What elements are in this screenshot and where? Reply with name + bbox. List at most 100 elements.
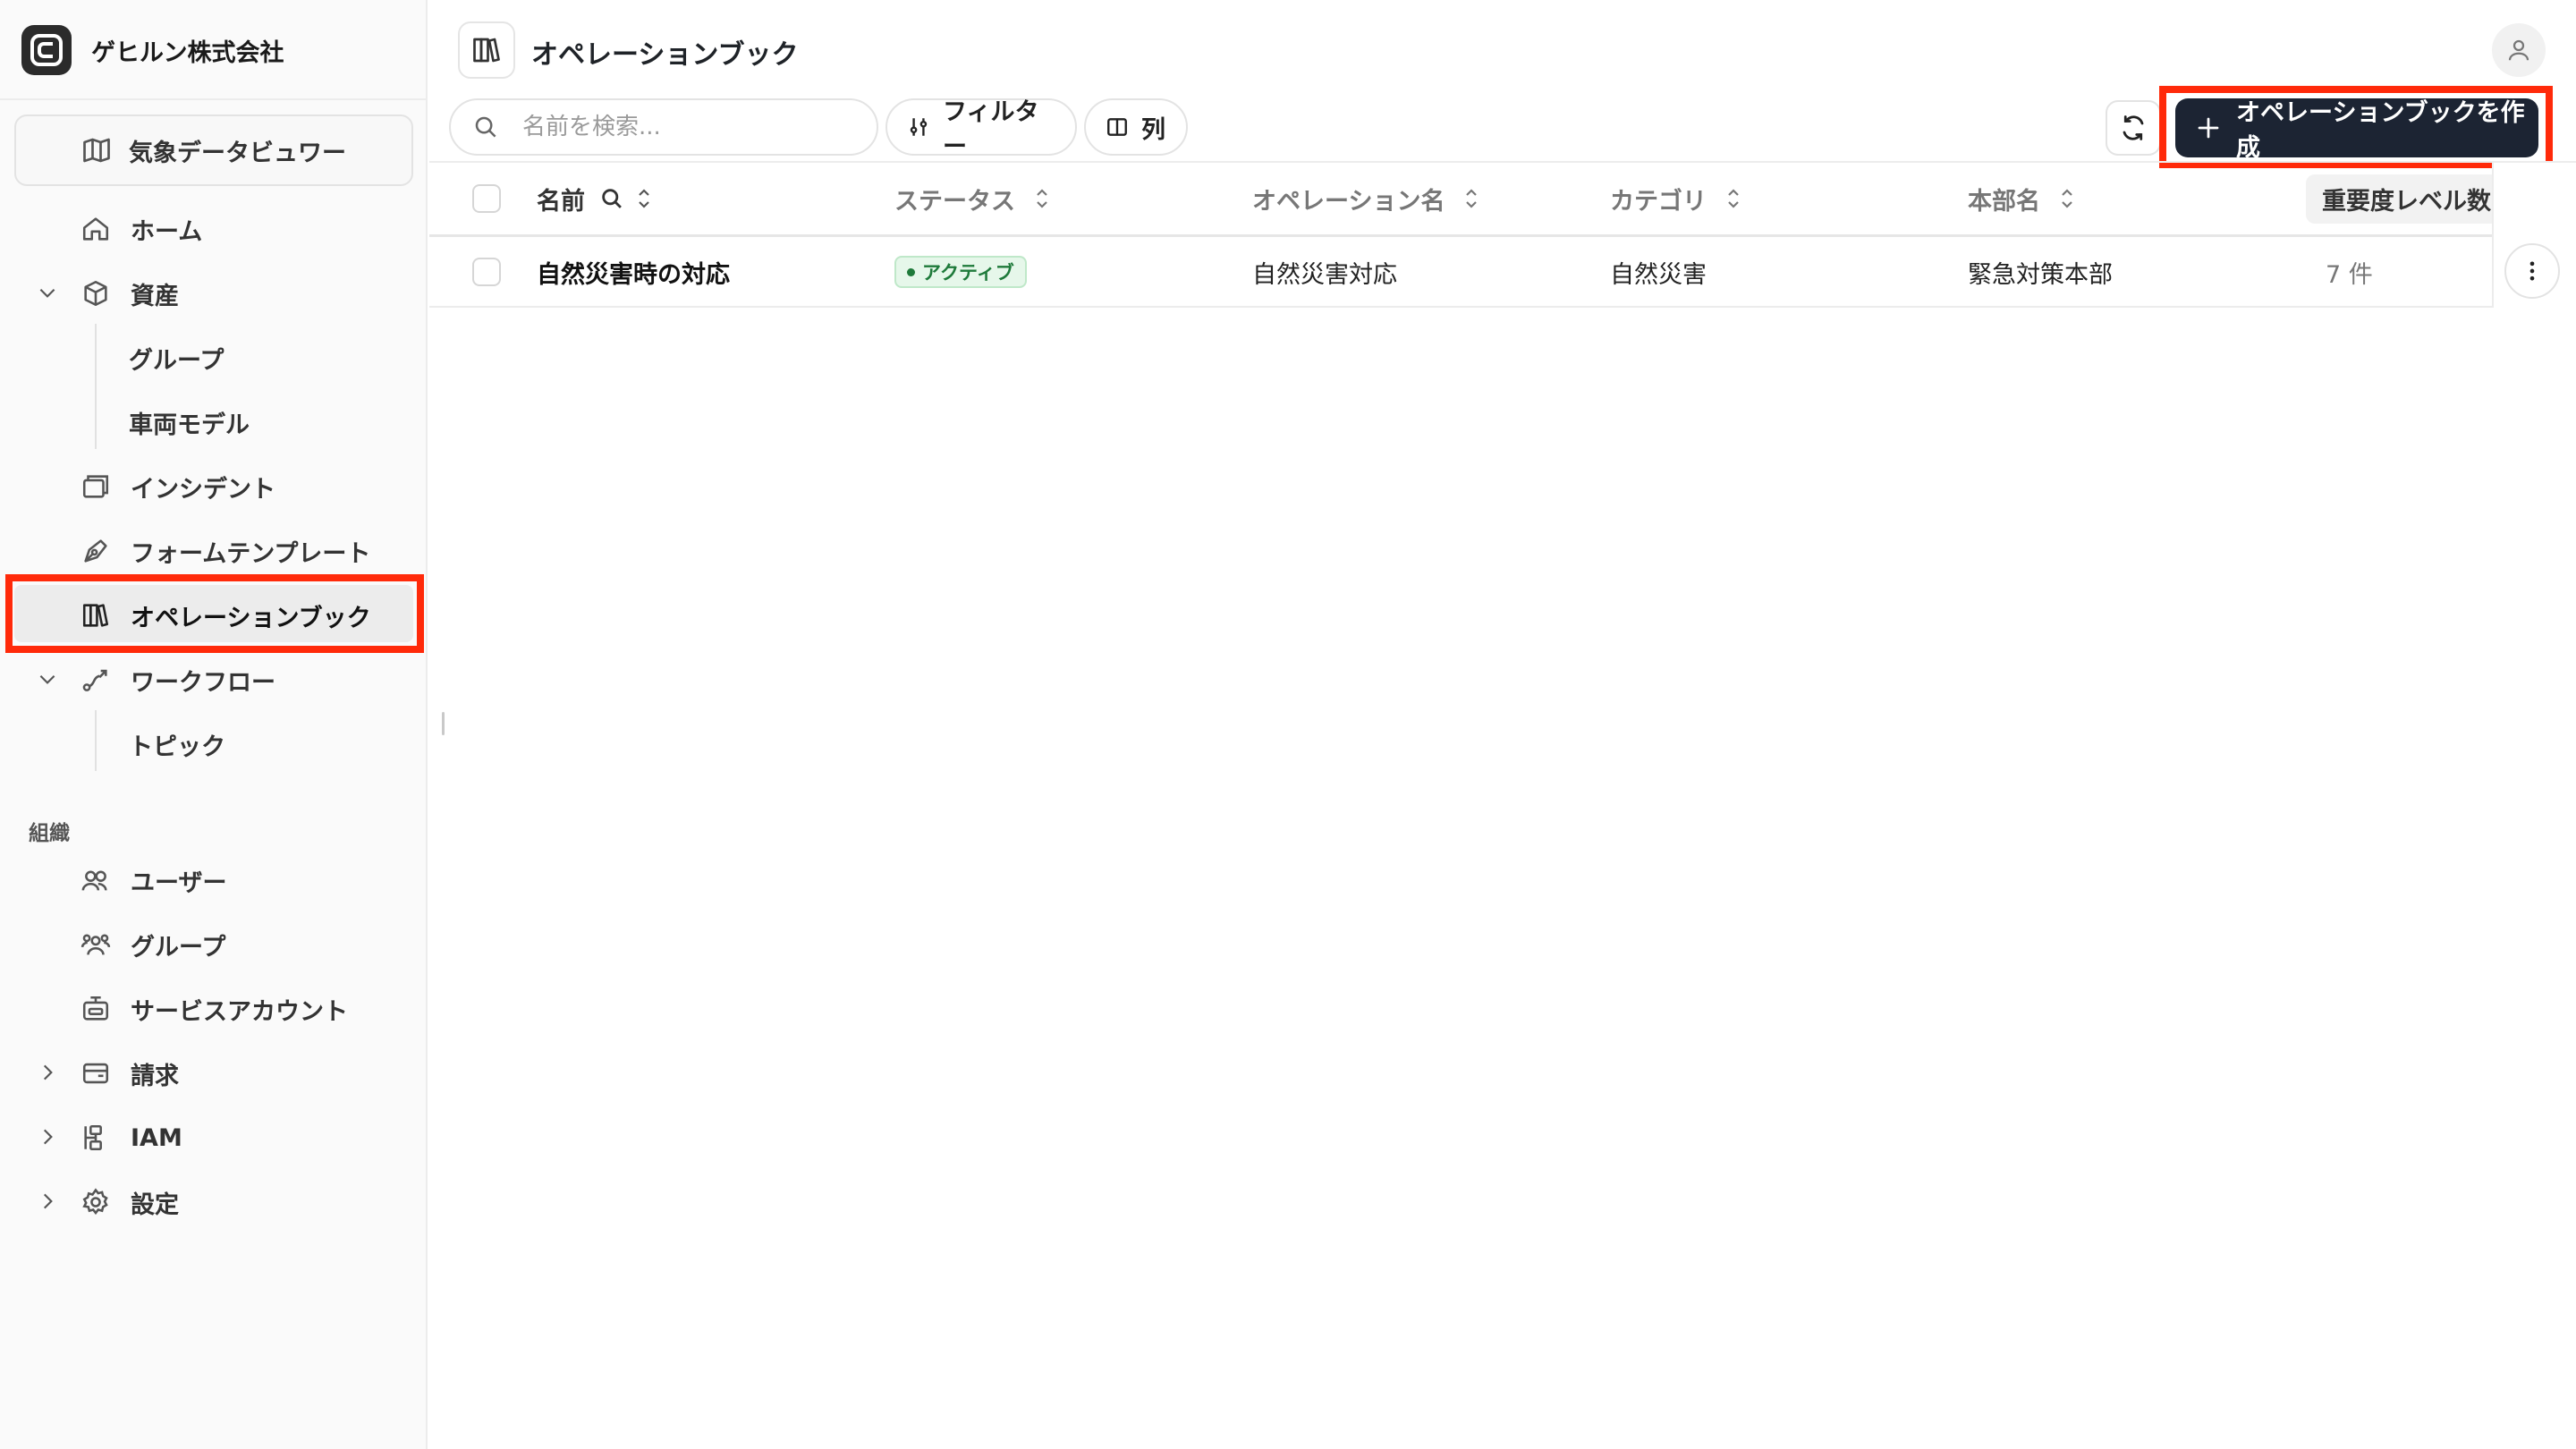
column-label: 名前 xyxy=(537,187,585,216)
weather-viewer-button[interactable]: 気象データビュワー xyxy=(14,114,413,186)
page-icon xyxy=(458,21,515,79)
box-icon xyxy=(79,276,113,310)
sidebar-item-label: 設定 xyxy=(131,1191,179,1219)
cell-status: アクティブ xyxy=(894,237,1027,307)
sidebar-item-assets[interactable]: 資産 xyxy=(79,265,179,322)
sidebar-item-label: グループ xyxy=(129,346,225,375)
sidebar-item-billing[interactable]: 請求 xyxy=(79,1045,179,1102)
status-badge-label: アクティブ xyxy=(922,262,1014,284)
status-badge: アクティブ xyxy=(894,256,1027,288)
sidebar-item-settings[interactable]: 設定 xyxy=(79,1174,179,1231)
sidebar-item-home[interactable]: ホーム xyxy=(79,200,202,258)
refresh-button[interactable] xyxy=(2106,100,2161,156)
column-label: 本部名 xyxy=(1968,187,2040,216)
sort-icon[interactable] xyxy=(1461,185,1482,212)
status-dot-icon xyxy=(907,267,915,276)
column-header-name[interactable]: 名前 xyxy=(537,163,655,234)
sliders-icon xyxy=(907,115,930,139)
sidebar-item-org-groups[interactable]: グループ xyxy=(79,916,225,973)
sidebar-item-label: 車両モデル xyxy=(129,411,250,439)
sidebar-item-topics[interactable]: トピック xyxy=(129,716,225,773)
sort-icon[interactable] xyxy=(1723,185,1744,212)
sidebar-divider xyxy=(0,98,428,100)
sidebar-item-label: トピック xyxy=(129,733,225,761)
cell-name[interactable]: 自然災害時の対応 xyxy=(537,237,730,307)
sidebar-item-incidents[interactable]: インシデント xyxy=(79,458,275,515)
column-header-severity-count[interactable]: 重要度レベル数 xyxy=(2306,163,2492,234)
users-icon xyxy=(79,863,113,897)
sidebar-item-label: IAM xyxy=(131,1123,182,1152)
route-icon xyxy=(79,663,113,697)
weather-viewer-label: 気象データビュワー xyxy=(129,139,346,167)
sidebar-resize-handle[interactable] xyxy=(442,712,445,735)
sidebar-item-service-accounts[interactable]: サービスアカウント xyxy=(79,980,348,1038)
column-label: 重要度レベル数 xyxy=(2306,174,2492,224)
chevron-down-icon[interactable] xyxy=(34,665,61,692)
table-row[interactable]: 自然災害時の対応 アクティブ 自然災害対応 自然災害 緊急対策本部 7 件 xyxy=(429,237,2576,307)
user-avatar-button[interactable] xyxy=(2492,23,2546,77)
column-label: カテゴリ xyxy=(1610,187,1707,216)
sidebar-item-label: グループ xyxy=(131,933,226,962)
bot-icon xyxy=(79,992,113,1026)
row-actions-button[interactable] xyxy=(2504,243,2560,299)
columns-button[interactable]: 列 xyxy=(1084,98,1188,156)
column-label: ステータス xyxy=(894,187,1015,216)
sidebar-item-label: 資産 xyxy=(131,282,179,310)
refresh-icon xyxy=(2120,114,2147,141)
sidebar-item-operation-books[interactable]: オペレーションブック xyxy=(79,587,371,644)
chevron-down-icon[interactable] xyxy=(34,279,61,306)
sidebar-item-iam[interactable]: IAM xyxy=(79,1109,182,1166)
column-label: オペレーション名 xyxy=(1252,187,1445,216)
column-header-category[interactable]: カテゴリ xyxy=(1610,163,1744,234)
create-operation-book-button[interactable]: オペレーションブックを作成 xyxy=(2175,98,2538,162)
sort-icon[interactable] xyxy=(633,185,655,212)
search-icon[interactable] xyxy=(599,186,624,211)
table-row-border xyxy=(429,306,2576,308)
columns-button-label: 列 xyxy=(1141,115,1165,144)
select-all-checkbox-cell xyxy=(472,163,501,234)
search-icon xyxy=(472,114,499,140)
more-vertical-icon xyxy=(2520,258,2545,284)
columns-icon xyxy=(1106,115,1129,139)
sort-icon[interactable] xyxy=(1031,185,1053,212)
column-header-operation-name[interactable]: オペレーション名 xyxy=(1252,163,1482,234)
sidebar-item-workflow[interactable]: ワークフロー xyxy=(79,651,275,708)
cell-severity-count: 7 件 xyxy=(2326,260,2373,289)
filter-button[interactable]: フィルター xyxy=(886,98,1077,161)
gear-icon xyxy=(79,1185,113,1219)
plus-icon xyxy=(2195,114,2222,141)
filter-button-label: フィルター xyxy=(943,98,1039,161)
row-checkbox[interactable] xyxy=(472,258,501,286)
org-switcher[interactable]: ゲヒルン株式会社 xyxy=(21,25,284,75)
sidebar-item-label: オペレーションブック xyxy=(131,604,371,632)
sidebar: ゲヒルン株式会社 気象データビュワー ホーム 資産 グループ 車両モデル インシ… xyxy=(0,0,428,1449)
chevron-right-icon[interactable] xyxy=(34,1059,61,1086)
sidebar-item-asset-groups[interactable]: グループ xyxy=(129,329,224,386)
cell-hq-name: 緊急対策本部 xyxy=(1968,260,2113,289)
tree-guide xyxy=(95,324,97,449)
search-box[interactable] xyxy=(449,98,878,156)
sidebar-item-vehicle-models[interactable]: 車両モデル xyxy=(129,394,250,451)
iam-icon xyxy=(79,1121,113,1155)
chevron-right-icon[interactable] xyxy=(34,1123,61,1150)
tree-guide xyxy=(95,710,97,771)
map-icon xyxy=(80,134,113,166)
sidebar-item-users[interactable]: ユーザー xyxy=(79,852,226,909)
pen-tool-icon xyxy=(79,534,113,568)
select-all-checkbox[interactable] xyxy=(472,184,501,213)
gehirn-logo-icon xyxy=(21,25,72,75)
user-icon xyxy=(2505,37,2532,64)
sidebar-item-label: フォームテンプレート xyxy=(131,539,371,568)
sidebar-item-label: ホーム xyxy=(131,217,203,246)
section-label-org: 組織 xyxy=(29,822,70,845)
sidebar-item-label: 請求 xyxy=(131,1062,179,1090)
sidebar-item-label: ワークフロー xyxy=(131,668,275,697)
search-input[interactable] xyxy=(522,114,844,140)
sidebar-item-form-templates[interactable]: フォームテンプレート xyxy=(79,522,370,580)
column-header-hq-name[interactable]: 本部名 xyxy=(1968,163,2078,234)
page-title: オペレーションブック xyxy=(531,39,799,71)
chevron-right-icon[interactable] xyxy=(34,1188,61,1215)
sort-icon[interactable] xyxy=(2056,185,2078,212)
column-header-status[interactable]: ステータス xyxy=(894,163,1053,234)
group-icon xyxy=(79,928,113,962)
